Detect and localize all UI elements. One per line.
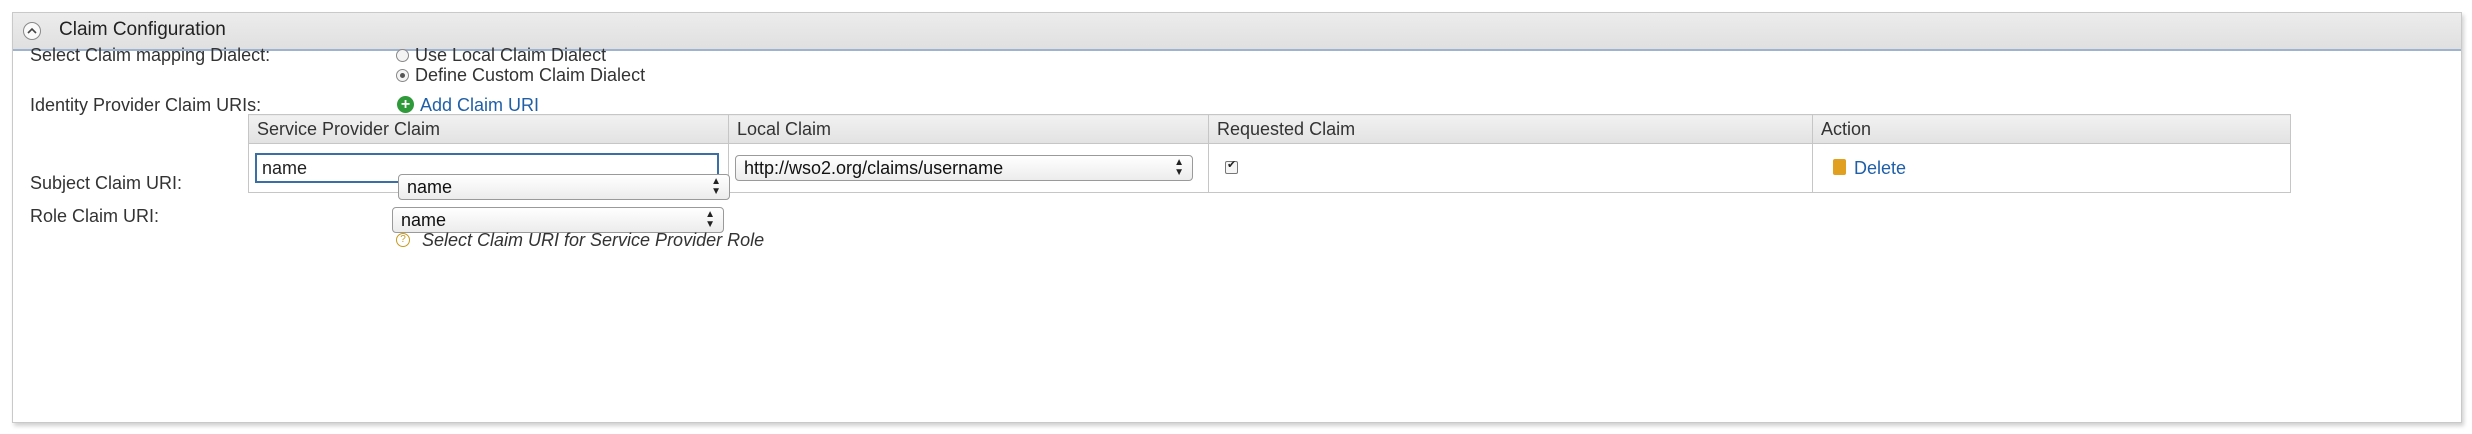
radio-define-custom-dialect[interactable]: Define Custom Claim Dialect <box>396 65 645 86</box>
subject-claim-uri-label: Subject Claim URI: <box>30 173 183 193</box>
delete-button[interactable]: Delete <box>1833 158 1906 178</box>
panel-title: Claim Configuration <box>59 19 226 40</box>
select-arrows-icon: ▲ ▼ <box>711 176 721 197</box>
local-claim-value: http://wso2.org/claims/username <box>744 158 1004 178</box>
plus-circle-icon: + <box>397 95 414 113</box>
add-claim-uri-button[interactable]: + Add Claim URI <box>397 95 539 116</box>
role-claim-hint: ? Select Claim URI for Service Provider R… <box>396 230 764 251</box>
panel-header[interactable]: Claim Configuration <box>13 13 2461 51</box>
subject-claim-value: name <box>407 177 453 197</box>
action-cell: Delete <box>1812 143 2291 193</box>
role-claim-uri-label: Role Claim URI: <box>30 206 160 226</box>
delete-label: Delete <box>1854 157 1907 178</box>
local-claim-cell: http://wso2.org/claims/username ▲ ▼ <box>728 143 1209 193</box>
radio-button-selected[interactable] <box>396 68 409 82</box>
requested-claim-checkbox[interactable] <box>1225 158 1238 174</box>
column-header-action: Action <box>1812 114 2291 144</box>
select-arrows-icon: ▲ ▼ <box>1174 157 1184 178</box>
help-icon: ? <box>396 233 410 247</box>
column-header-local-claim: Local Claim <box>728 114 1209 144</box>
subject-claim-uri-select[interactable]: name ▲ ▼ <box>398 174 730 200</box>
role-claim-value: name <box>401 210 447 230</box>
role-claim-hint-text: Select Claim URI for Service Provider Ro… <box>422 230 765 250</box>
column-header-requested-claim: Requested Claim <box>1208 114 1813 144</box>
radio-label: Use Local Claim Dialect <box>415 45 607 65</box>
local-claim-select[interactable]: http://wso2.org/claims/username ▲ ▼ <box>735 155 1193 181</box>
chevron-up-icon[interactable] <box>23 22 41 40</box>
trash-icon <box>1833 158 1846 175</box>
add-claim-uri-label: Add Claim URI <box>420 95 540 115</box>
column-header-sp-claim: Service Provider Claim <box>248 114 729 144</box>
radio-button[interactable] <box>396 48 409 62</box>
claim-configuration-panel: Claim Configuration Select Claim mapping… <box>12 12 2462 423</box>
table-header-row: Service Provider Claim Local Claim Reque… <box>248 114 2291 144</box>
radio-label: Define Custom Claim Dialect <box>415 65 646 85</box>
idp-claim-uris-label: Identity Provider Claim URIs: <box>30 95 262 115</box>
requested-claim-cell <box>1208 143 1813 193</box>
radio-use-local-dialect[interactable]: Use Local Claim Dialect <box>396 45 606 66</box>
select-arrows-icon: ▲ ▼ <box>705 209 715 230</box>
dialect-label: Select Claim mapping Dialect: <box>30 45 271 65</box>
